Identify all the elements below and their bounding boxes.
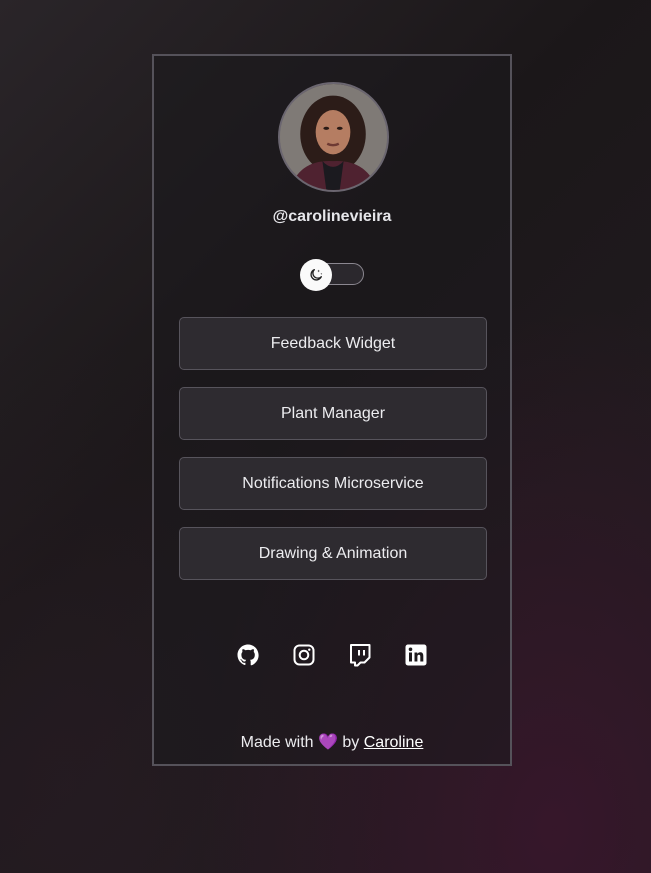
moon-icon [310,269,323,281]
link-drawing-animation[interactable]: Drawing & Animation [179,527,487,580]
avatar-image [280,84,387,190]
heart-icon: 💜 [318,734,338,751]
link-notifications-microservice[interactable]: Notifications Microservice [179,457,487,510]
theme-toggle[interactable] [300,259,364,291]
social-links [236,643,436,671]
toggle-knob[interactable] [300,259,332,291]
github-icon[interactable] [236,643,260,667]
username: @carolinevieira [272,208,392,225]
link-list: Feedback Widget Plant Manager Notificati… [179,317,487,597]
footer-prefix: Made with [240,734,314,751]
linkedin-icon[interactable] [404,643,428,667]
instagram-icon[interactable] [292,643,316,667]
avatar [278,82,389,192]
footer: Made with 💜 by Caroline [154,732,510,752]
twitch-icon[interactable] [348,643,372,667]
link-feedback-widget[interactable]: Feedback Widget [179,317,487,370]
profile-card: @carolinevieira Feedback Widget Plant Ma… [152,54,512,766]
footer-by: by [342,734,360,751]
link-plant-manager[interactable]: Plant Manager [179,387,487,440]
author-link[interactable]: Caroline [364,734,424,751]
